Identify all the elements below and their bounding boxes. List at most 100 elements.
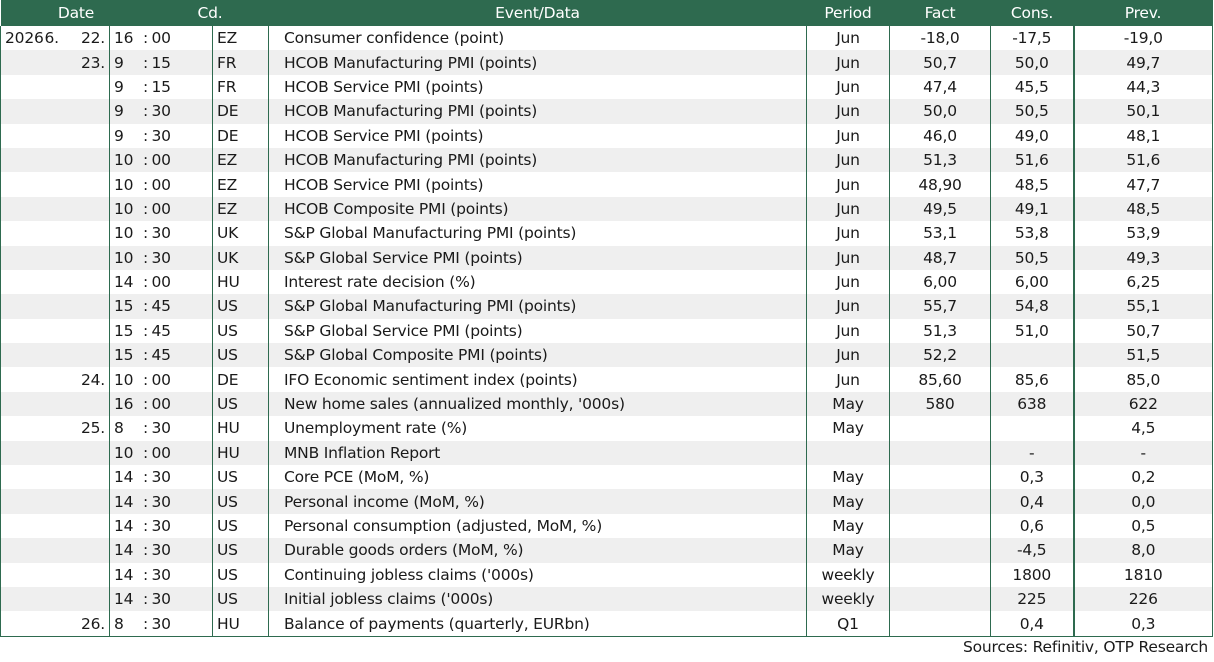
cell-year (0, 562, 45, 587)
cell-period: Q1 (806, 611, 890, 637)
cell-year (0, 489, 45, 514)
cell-year (0, 586, 45, 612)
header-row: Date Cd. Event/Data Period Fact Cons. Pr… (0, 0, 1213, 26)
cell-previous: 55,1 (1072, 294, 1213, 319)
cell-fact: 51,3 (889, 147, 991, 173)
cell-country-code: DE (212, 367, 269, 392)
cell-hour: 8 (109, 611, 140, 637)
cell-previous: 1810 (1072, 562, 1213, 587)
cell-day (72, 440, 110, 466)
cell-consensus: 48,5 (990, 172, 1074, 197)
cell-year (0, 50, 45, 75)
cell-period: Jun (806, 172, 890, 197)
cell-minute: 30 (151, 245, 213, 270)
cell-consensus: 0,6 (990, 513, 1074, 539)
cell-hour: 10 (109, 221, 140, 246)
cell-day (73, 319, 110, 343)
cell-country-code: EZ (212, 147, 269, 173)
table-row: 15:45 US S&P Global Composite PMI (points)… (0, 343, 1213, 368)
cell-year (0, 416, 45, 441)
cell-day: 26. (72, 611, 110, 637)
cell-consensus: 45,5 (990, 74, 1074, 100)
cell-day (73, 563, 110, 587)
cell-hour: 16 (109, 391, 140, 417)
cell-country-code: UK (212, 245, 269, 270)
cell-day: 24. (80, 370, 105, 389)
cell-event: Durable goods orders (MoM, %) (268, 538, 807, 563)
cell-fact: 48,90 (889, 172, 991, 197)
cell-minute: 00 (151, 370, 172, 389)
cell-period: Jun (806, 74, 890, 100)
cell-month (44, 343, 73, 368)
cell-hour: 9 (109, 99, 140, 124)
cell-month (44, 294, 73, 319)
table-row: 23. 9:15 FR HCOB Manufacturing PMI (points)… (0, 50, 1213, 75)
cell-country-code: US (212, 343, 269, 368)
cell-consensus (990, 343, 1074, 368)
cell-year (0, 196, 45, 222)
cell-event: HCOB Service PMI (points) (268, 74, 807, 100)
cell-fact: 49,5 (889, 196, 991, 222)
cell-time-separator: : (142, 29, 149, 48)
table-row: 2026 6. 22. 16:00 EZ Consumer confidence (poi… (0, 26, 1213, 51)
cell-hour: 10 (109, 440, 140, 466)
cell-month (44, 440, 73, 466)
cell-previous: 49,7 (1072, 50, 1213, 75)
cell-consensus: 1800 (990, 562, 1074, 587)
cell-time-separator: : (139, 196, 152, 222)
cell-day (73, 270, 110, 294)
cell-previous: 51,6 (1072, 147, 1213, 173)
cell-previous: 48,1 (1072, 123, 1213, 148)
cell-previous: 85,0 (1072, 367, 1213, 392)
cell-day (72, 586, 110, 612)
cell-minute: 30 (151, 586, 213, 612)
table-row: 14:30 US Personal income (MoM, %) May 0,4 0,0 (0, 489, 1213, 514)
cell-day (73, 465, 110, 489)
cell-minute: 00 (151, 273, 172, 292)
cell-minute: 00 (151, 175, 172, 194)
cell-country-code: HU (212, 416, 269, 441)
cell-day (72, 99, 110, 124)
cell-previous: 53,9 (1072, 221, 1213, 246)
cell-event: Continuing jobless claims ('000s) (268, 562, 807, 587)
cell-hour: 9 (109, 74, 140, 100)
cell-minute: 45 (151, 294, 213, 319)
cell-previous: 0,3 (1072, 611, 1213, 637)
cell-time-separator: : (139, 586, 152, 612)
table-row: 10:00 EZ HCOB Service PMI (points) Jun 48,90… (0, 172, 1213, 197)
cell-hour: 10 (109, 172, 140, 197)
cell-consensus: 6,00 (990, 269, 1074, 295)
cell-hour: 10 (109, 147, 140, 173)
cell-period: May (806, 416, 890, 441)
cell-previous: 0,5 (1072, 513, 1213, 539)
cell-year (0, 465, 45, 490)
cell-year (0, 269, 45, 295)
cell-consensus: 49,1 (990, 196, 1074, 222)
cell-year (0, 538, 45, 563)
cell-period: Jun (806, 318, 890, 344)
cell-hour: 14 (109, 465, 140, 490)
cell-month (45, 465, 73, 489)
cell-year (0, 367, 45, 392)
cell-country-code: US (212, 538, 269, 563)
cell-period: Jun (806, 196, 890, 222)
cell-consensus: 50,0 (990, 50, 1074, 75)
cell-previous: 226 (1072, 586, 1213, 612)
table-row: 14:00 HU Interest rate decision (%) Jun 6,00… (0, 269, 1213, 295)
cell-time-separator: : (142, 419, 149, 438)
cell-day: 25. (80, 419, 105, 438)
cell-fact: 50,0 (889, 99, 991, 124)
cell-time-separator: : (142, 175, 149, 194)
cell-previous: 49,3 (1072, 245, 1213, 270)
cell-consensus: 50,5 (990, 99, 1074, 124)
header-cons: Cons. (990, 0, 1074, 26)
table-row: 14:30 US Personal consumption (adjusted, M… (0, 513, 1213, 539)
cell-month (45, 319, 73, 343)
cell-minute: 00 (151, 440, 213, 466)
cell-day: 23. (72, 50, 110, 75)
cell-previous: 0,2 (1072, 465, 1213, 490)
cell-country-code: US (212, 465, 269, 490)
cell-month (44, 538, 73, 563)
table-row: 10:30 UK S&P Global Manufacturing PMI (poi… (0, 221, 1213, 246)
cell-minute: 30 (151, 224, 172, 243)
